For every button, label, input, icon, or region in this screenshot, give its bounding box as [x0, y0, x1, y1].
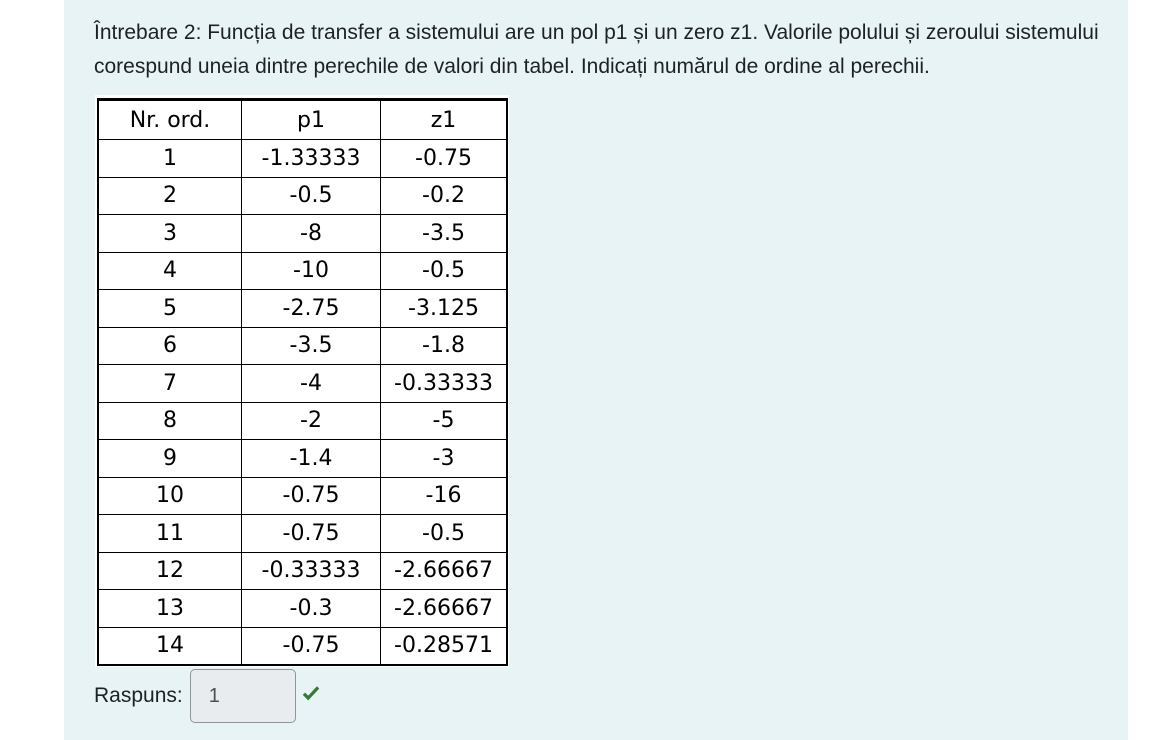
table-row: 11 -0.75 -0.5 [97, 514, 508, 553]
cell-p1: -0.3 [241, 589, 381, 628]
table-row: 4 -10 -0.5 [97, 251, 508, 290]
cell-p1: -8 [241, 214, 381, 253]
cell-nr: 10 [97, 476, 242, 515]
cell-p1: -3.5 [241, 326, 381, 365]
cell-p1: -1.33333 [241, 139, 381, 178]
cell-nr: 11 [97, 514, 242, 553]
cell-p1: -2.75 [241, 289, 381, 328]
table-body: 1 -1.33333 -0.75 2 -0.5 -0.2 3 -8 -3.5 4 -10 -0.… [97, 139, 508, 666]
cell-nr: 7 [97, 364, 242, 403]
cell-nr: 13 [97, 589, 242, 628]
cell-p1: -0.75 [241, 514, 381, 553]
table-row: 6 -3.5 -1.8 [97, 326, 508, 365]
cell-nr: 14 [97, 626, 242, 666]
cell-nr: 8 [97, 401, 242, 440]
cell-z1: -5 [380, 401, 508, 440]
cell-p1: -0.5 [241, 176, 381, 215]
question-panel: Întrebare 2: Funcția de transfer a siste… [64, 0, 1128, 740]
cell-p1: -0.75 [241, 476, 381, 515]
cell-nr: 12 [97, 551, 242, 590]
cell-p1: -4 [241, 364, 381, 403]
table-row: 5 -2.75 -3.125 [97, 289, 508, 328]
cell-z1: -2.66667 [380, 551, 508, 590]
cell-z1: -2.66667 [380, 589, 508, 628]
check-icon [302, 686, 319, 701]
cell-p1: -2 [241, 401, 381, 440]
column-header-z1: z1 [380, 99, 508, 140]
cell-z1: -0.5 [380, 251, 508, 290]
table-header-row: Nr. ord. p1 z1 [97, 99, 508, 140]
table-row: 10 -0.75 -16 [97, 476, 508, 515]
table-row: 2 -0.5 -0.2 [97, 176, 508, 215]
answer-input[interactable] [189, 669, 296, 723]
cell-p1: -0.75 [241, 626, 381, 666]
cell-z1: -0.2 [380, 176, 508, 215]
column-header-nr: Nr. ord. [97, 99, 242, 140]
cell-z1: -0.5 [380, 514, 508, 553]
pairs-table: Nr. ord. p1 z1 1 -1.33333 -0.75 2 -0.5 -0.2 … [97, 98, 508, 666]
cell-z1: -0.28571 [380, 626, 508, 666]
cell-p1: -1.4 [241, 439, 381, 478]
cell-nr: 5 [97, 289, 242, 328]
cell-p1: -0.33333 [241, 551, 381, 590]
cell-z1: -3 [380, 439, 508, 478]
cell-z1: -0.75 [380, 139, 508, 178]
cell-z1: -3.125 [380, 289, 508, 328]
cell-nr: 2 [97, 176, 242, 215]
table-row: 8 -2 -5 [97, 401, 508, 440]
table-row: 7 -4 -0.33333 [97, 364, 508, 403]
cell-nr: 3 [97, 214, 242, 253]
table-row: 14 -0.75 -0.28571 [97, 626, 508, 666]
table-row: 3 -8 -3.5 [97, 214, 508, 253]
cell-z1: -16 [380, 476, 508, 515]
answer-label: Raspuns: [94, 684, 183, 707]
column-header-p1: p1 [241, 99, 381, 140]
cell-z1: -3.5 [380, 214, 508, 253]
cell-nr: 1 [97, 139, 242, 178]
cell-nr: 4 [97, 251, 242, 290]
table-row: 1 -1.33333 -0.75 [97, 139, 508, 178]
cell-z1: -1.8 [380, 326, 508, 365]
table-row: 13 -0.3 -2.66667 [97, 589, 508, 628]
cell-p1: -10 [241, 251, 381, 290]
cell-nr: 9 [97, 439, 242, 478]
question-text: Întrebare 2: Funcția de transfer a siste… [94, 21, 1099, 78]
cell-z1: -0.33333 [380, 364, 508, 403]
table-row: 9 -1.4 -3 [97, 439, 508, 478]
table-row: 12 -0.33333 -2.66667 [97, 551, 508, 590]
answer-row: Raspuns: [94, 668, 322, 724]
cell-nr: 6 [97, 326, 242, 365]
table-image: Nr. ord. p1 z1 1 -1.33333 -0.75 2 -0.5 -0.2 … [95, 95, 509, 667]
